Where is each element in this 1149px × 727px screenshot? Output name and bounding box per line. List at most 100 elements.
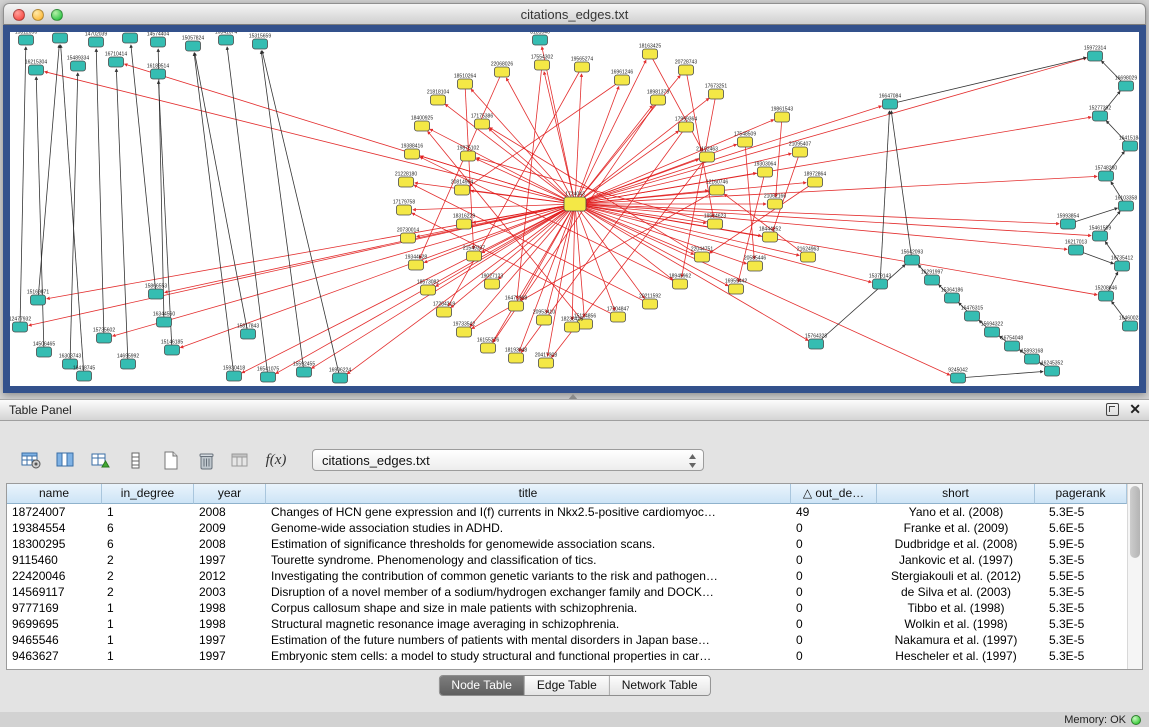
network-node[interactable]: 15825153 xyxy=(119,32,141,43)
network-node[interactable]: 21624963 xyxy=(797,247,819,263)
network-node[interactable]: 19344628 xyxy=(405,255,427,271)
table-row[interactable]: 946554611997Estimation of the future num… xyxy=(7,632,1127,648)
table-row[interactable]: 946362711997Embryonic stem cells: a mode… xyxy=(7,648,1127,664)
network-node[interactable]: 16959442 xyxy=(725,279,747,295)
network-edge[interactable] xyxy=(745,142,754,259)
zoom-window-button[interactable] xyxy=(51,9,63,21)
network-edge[interactable] xyxy=(414,185,650,304)
network-node[interactable]: 16291997 xyxy=(921,270,943,286)
network-node[interactable]: 16155276 xyxy=(477,338,499,354)
network-node[interactable]: 15866553 xyxy=(145,284,167,300)
float-panel-icon[interactable] xyxy=(1106,403,1119,416)
network-node[interactable]: 12160746 xyxy=(706,180,728,196)
network-edge[interactable] xyxy=(575,204,584,317)
table-row[interactable]: 1872400712008Changes of HCN gene express… xyxy=(7,504,1127,520)
network-node[interactable]: 17999364 xyxy=(675,117,697,133)
network-edge[interactable] xyxy=(575,204,694,254)
network-node[interactable]: 16806142 xyxy=(49,32,71,43)
network-edge[interactable] xyxy=(958,372,1043,378)
network-node[interactable]: 17284219 xyxy=(433,302,455,318)
tab-network-table[interactable]: Network Table xyxy=(610,676,710,695)
network-node[interactable]: 17204847 xyxy=(607,307,629,323)
network-edge[interactable] xyxy=(890,58,1086,104)
network-edge[interactable] xyxy=(194,53,234,376)
import-table-button[interactable] xyxy=(86,447,116,473)
table-scrollbar[interactable] xyxy=(1127,484,1142,669)
network-edge[interactable] xyxy=(575,204,1067,249)
network-node[interactable]: 17554302 xyxy=(531,55,553,71)
network-node[interactable]: 17548509 xyxy=(734,132,756,148)
network-node[interactable]: 18163425 xyxy=(639,44,661,60)
minimize-window-button[interactable] xyxy=(32,9,44,21)
show-columns-button[interactable] xyxy=(51,447,81,473)
network-edge[interactable] xyxy=(165,204,575,293)
network-node[interactable]: 16341674 xyxy=(215,32,237,45)
network-edge[interactable] xyxy=(36,77,44,352)
network-node[interactable]: 15312056 xyxy=(15,32,37,45)
network-node[interactable]: 15057824 xyxy=(182,36,204,52)
network-node[interactable]: 15817843 xyxy=(237,324,259,340)
network-node[interactable]: 19564623 xyxy=(704,214,726,230)
network-node[interactable]: 19565274 xyxy=(571,57,593,73)
network-node[interactable]: 14574404 xyxy=(147,32,169,47)
network-selector[interactable]: citations_edges.txt xyxy=(312,449,704,471)
network-node[interactable]: 15146185 xyxy=(161,340,183,356)
column-header-pagerank[interactable]: pagerank xyxy=(1035,484,1127,504)
network-node[interactable]: 16418745 xyxy=(73,366,95,382)
network-node[interactable]: 19733542 xyxy=(453,322,475,338)
network-edge[interactable] xyxy=(38,45,59,300)
scrollbar-thumb[interactable] xyxy=(1130,486,1140,558)
network-edge[interactable] xyxy=(575,131,679,204)
rows-button[interactable] xyxy=(121,447,151,473)
network-node[interactable]: 15379143 xyxy=(869,274,891,290)
network-node[interactable]: 16215304 xyxy=(25,60,47,76)
network-node[interactable]: 18510264 xyxy=(454,74,476,90)
network-node[interactable]: 17673251 xyxy=(705,84,727,100)
network-node[interactable]: 18972864 xyxy=(804,172,826,188)
network-node[interactable]: 15930418 xyxy=(223,366,245,382)
network-edge[interactable] xyxy=(471,191,575,204)
network-node[interactable]: 15735602 xyxy=(93,328,115,344)
network-node[interactable]: 18573082 xyxy=(417,280,439,296)
network-node[interactable]: 8181046 xyxy=(530,32,550,45)
network-node[interactable]: 16245352 xyxy=(1041,361,1063,377)
network-node[interactable]: 21102463 xyxy=(696,147,718,163)
network-node[interactable]: 22044751 xyxy=(691,247,713,263)
network-node[interactable]: 19861543 xyxy=(771,107,793,123)
network-node[interactable]: 15489334 xyxy=(67,56,89,72)
network-edge[interactable] xyxy=(572,204,575,320)
network-node[interactable]: 21095407 xyxy=(789,142,811,158)
network-node[interactable]: 18193048 xyxy=(505,348,527,364)
network-node[interactable]: 16698029 xyxy=(1115,76,1137,92)
network-edge[interactable] xyxy=(575,204,615,310)
network-edge[interactable] xyxy=(20,47,26,327)
network-node[interactable]: 17175386 xyxy=(471,114,493,130)
network-edge[interactable] xyxy=(469,80,622,186)
network-node[interactable]: 20211592 xyxy=(639,294,661,310)
network-node[interactable]: 9245042 xyxy=(948,368,968,384)
network-node[interactable]: 15461589 xyxy=(1089,226,1111,242)
network-node[interactable]: 12477932 xyxy=(10,317,31,333)
column-header-out_degree[interactable]: △ out_de… xyxy=(791,484,877,504)
network-node[interactable]: 15642093 xyxy=(901,250,923,266)
network-edge[interactable] xyxy=(45,72,575,204)
network-node[interactable]: 20728743 xyxy=(675,60,697,76)
network-node[interactable]: 14702039 xyxy=(85,32,107,47)
network-node[interactable]: 21228180 xyxy=(395,172,417,188)
close-panel-icon[interactable]: ✕ xyxy=(1129,403,1141,416)
network-edge[interactable] xyxy=(61,45,84,376)
network-node[interactable]: 16906224 xyxy=(329,368,351,384)
network-node[interactable]: 21818104 xyxy=(427,90,449,106)
table-row[interactable]: 1830029562008Estimation of significance … xyxy=(7,536,1127,552)
network-node[interactable]: 20730014 xyxy=(397,228,419,244)
network-node[interactable]: 15764328 xyxy=(805,334,827,350)
merge-tables-button[interactable] xyxy=(226,447,256,473)
network-edge[interactable] xyxy=(773,152,800,230)
network-edge[interactable] xyxy=(262,51,340,378)
table-row[interactable]: 977716911998Corpus callosum shape and si… xyxy=(7,600,1127,616)
network-node[interactable]: 16647084 xyxy=(879,94,901,110)
network-canvas[interactable]: 1724043185102642206802617554302195652741… xyxy=(10,32,1139,386)
network-edge[interactable] xyxy=(575,74,582,204)
network-node[interactable]: 20417308 xyxy=(535,353,557,369)
column-header-short[interactable]: short xyxy=(877,484,1035,504)
